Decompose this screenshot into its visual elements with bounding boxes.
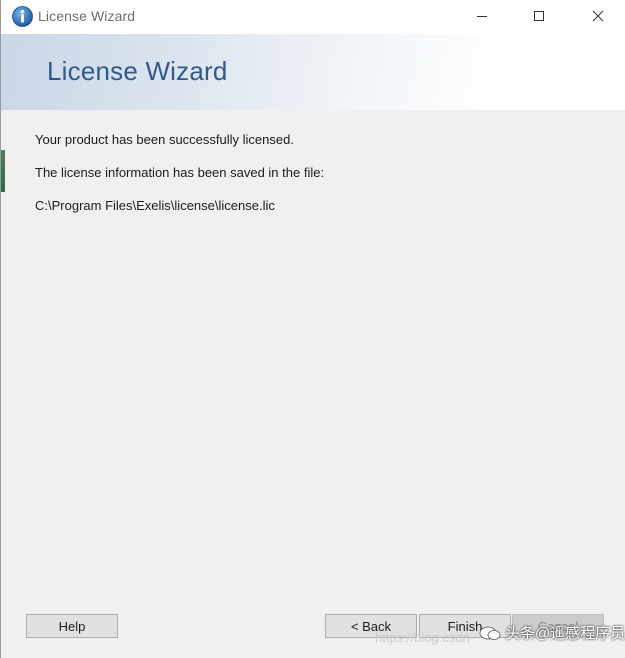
close-icon [592, 10, 604, 22]
wizard-title: License Wizard [47, 56, 228, 86]
watermark: 头条@遥感程序员 [479, 622, 625, 643]
wizard-header: License Wizard [1, 34, 625, 110]
help-button[interactable]: Help [26, 614, 118, 638]
success-message: Your product has been successfully licen… [35, 132, 294, 147]
window-title: License Wizard [38, 8, 136, 24]
watermark-url: https://blog.csdn [375, 630, 470, 645]
maximize-button[interactable] [516, 0, 562, 32]
watermark-logo-icon [479, 626, 501, 640]
license-wizard-window: License Wizard License Wizard Your produ… [0, 0, 625, 658]
maximize-icon [534, 11, 544, 21]
title-bar[interactable]: License Wizard [1, 0, 625, 34]
close-button[interactable] [575, 0, 621, 32]
minimize-button[interactable] [459, 0, 505, 32]
saved-file-message: The license information has been saved i… [35, 165, 325, 180]
background-window-edge [1, 150, 5, 192]
minimize-icon [477, 16, 487, 17]
license-file-path: C:\Program Files\Exelis\license\license.… [35, 198, 275, 213]
watermark-text: 头条@遥感程序员 [505, 625, 625, 642]
info-icon [12, 6, 33, 27]
